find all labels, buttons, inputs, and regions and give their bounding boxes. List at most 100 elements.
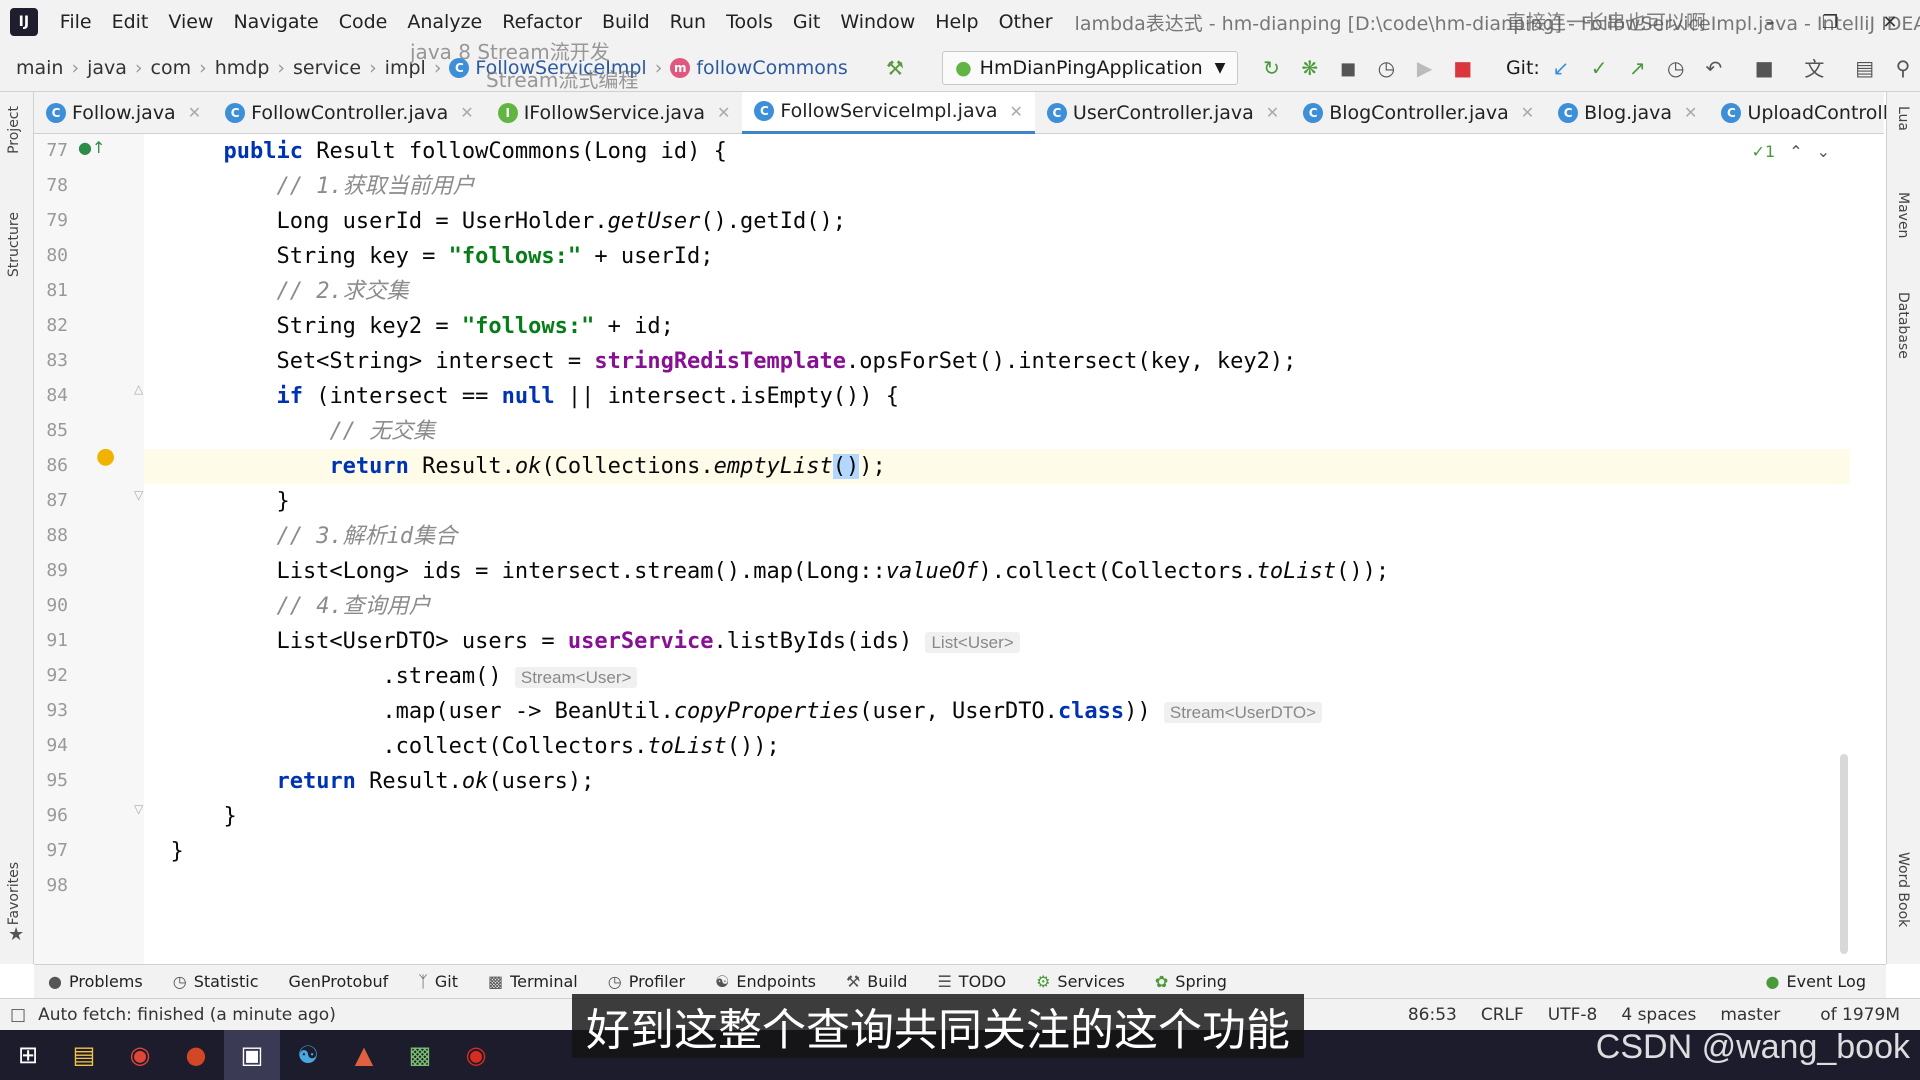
git-commit-icon[interactable]: ✓ xyxy=(1582,50,1616,86)
project-tool-window[interactable]: Project xyxy=(6,106,22,154)
restore-button[interactable]: ❐ xyxy=(1800,0,1860,44)
git-push-icon[interactable]: ↗ xyxy=(1620,50,1654,86)
breadcrumb-main[interactable]: main xyxy=(16,57,63,79)
tab-ifollow-service[interactable]: I IFollowService.java ✕ xyxy=(486,92,743,134)
indent-setting[interactable]: 4 spaces xyxy=(1621,1005,1696,1025)
translate-icon[interactable]: 文 xyxy=(1797,50,1831,86)
spring-tool-button[interactable]: ✿ Spring xyxy=(1155,972,1227,991)
git-update-icon[interactable]: ↙ xyxy=(1544,50,1578,86)
genprotobuf-tool-button[interactable]: GenProtobuf xyxy=(289,972,389,991)
menu-run[interactable]: Run xyxy=(660,11,716,33)
close-icon[interactable]: ✕ xyxy=(1010,102,1023,121)
run-icon[interactable]: ▶ xyxy=(1407,50,1441,86)
fold-marker-icon[interactable]: ▽ xyxy=(134,488,143,502)
windows-start-icon[interactable]: ⊞ xyxy=(0,1030,56,1080)
caret-position[interactable]: 86:53 xyxy=(1408,1005,1457,1025)
structure-tool-window[interactable]: Structure xyxy=(6,212,22,277)
tab-follow-service-impl[interactable]: C FollowServiceImpl.java ✕ xyxy=(742,91,1035,134)
menu-analyze[interactable]: Analyze xyxy=(397,11,492,33)
close-icon[interactable]: ✕ xyxy=(460,103,473,122)
close-icon[interactable]: ✕ xyxy=(1266,103,1279,122)
menu-refactor[interactable]: Refactor xyxy=(492,11,592,33)
close-icon[interactable]: ✕ xyxy=(188,103,201,122)
close-icon[interactable]: ✕ xyxy=(717,103,730,122)
file-encoding[interactable]: UTF-8 xyxy=(1548,1005,1598,1025)
hammer-build-icon[interactable]: ⚒ xyxy=(878,50,912,86)
menu-file[interactable]: File xyxy=(50,11,102,33)
overridden-method-icon[interactable]: ●↑ xyxy=(78,138,105,157)
line-separator[interactable]: CRLF xyxy=(1481,1005,1524,1025)
file-explorer-icon[interactable]: ▤ xyxy=(56,1030,112,1080)
inspection-widget[interactable]: ✓1 ⌃ ⌄ xyxy=(1752,142,1830,161)
lua-tool-window[interactable]: Lua xyxy=(1895,106,1911,131)
minimize-button[interactable]: – xyxy=(1740,0,1800,44)
database-tool-window[interactable]: Database xyxy=(1895,292,1911,359)
menu-tools[interactable]: Tools xyxy=(716,11,783,33)
terminal-app-icon[interactable]: ▩ xyxy=(392,1030,448,1080)
services-tool-button[interactable]: ⚙ Services xyxy=(1036,972,1125,991)
breadcrumb-hmdp[interactable]: hmdp xyxy=(215,57,270,79)
tab-blog-controller[interactable]: C BlogController.java ✕ xyxy=(1291,92,1546,134)
git-branch[interactable]: master xyxy=(1720,1005,1780,1025)
close-icon[interactable]: ✕ xyxy=(1521,103,1534,122)
menu-other[interactable]: Other xyxy=(989,11,1063,33)
maven-tool-window[interactable]: Maven xyxy=(1895,192,1911,238)
build-tool-button[interactable]: ⚒ Build xyxy=(846,972,908,991)
chevron-down-icon[interactable]: ⌄ xyxy=(1817,142,1830,161)
status-layout-icon[interactable]: □ xyxy=(10,1005,26,1025)
profile-icon[interactable]: ◷ xyxy=(1369,50,1403,86)
history-icon[interactable]: ◷ xyxy=(1659,50,1693,86)
git-tool-button[interactable]: ᛉ Git xyxy=(418,972,458,991)
favorites-tool-window[interactable]: Favorites xyxy=(6,862,22,925)
tab-follow-controller[interactable]: C FollowController.java ✕ xyxy=(213,92,486,134)
terminal-tool-button[interactable]: ▩ Terminal xyxy=(488,972,578,991)
rerun-icon[interactable]: ↻ xyxy=(1254,50,1288,86)
stop-icon[interactable]: ■ xyxy=(1446,50,1480,86)
layout-icon[interactable]: ▤ xyxy=(1848,50,1882,86)
chrome-icon[interactable]: ◉ xyxy=(112,1030,168,1080)
coverage-icon[interactable]: ◼ xyxy=(1331,50,1365,86)
breadcrumb-method[interactable]: followCommons xyxy=(696,57,848,79)
todo-tool-button[interactable]: ☰ TODO xyxy=(937,972,1006,991)
menu-window[interactable]: Window xyxy=(830,11,925,33)
browser-icon[interactable]: ☯ xyxy=(280,1030,336,1080)
endpoints-tool-button[interactable]: ☯ Endpoints xyxy=(715,972,816,991)
lightbulb-icon[interactable]: ● xyxy=(96,444,115,469)
close-icon[interactable]: ✕ xyxy=(1684,103,1697,122)
close-button[interactable]: ✕ xyxy=(1860,0,1920,44)
search-icon[interactable]: ⚲ xyxy=(1886,50,1920,86)
statistic-tool-button[interactable]: ◷ Statistic xyxy=(173,972,259,991)
breadcrumb-service[interactable]: service xyxy=(293,57,361,79)
tab-follow-java[interactable]: C Follow.java ✕ xyxy=(34,92,213,134)
problems-tool-button[interactable]: ● Problems xyxy=(48,972,143,991)
menu-build[interactable]: Build xyxy=(592,11,660,33)
menu-navigate[interactable]: Navigate xyxy=(223,11,328,33)
redis-icon[interactable]: ◉ xyxy=(448,1030,504,1080)
code-editor[interactable]: public Result followCommons(Long id) { /… xyxy=(144,134,1850,964)
profiler-tool-button[interactable]: ◷ Profiler xyxy=(608,972,685,991)
fold-marker-icon[interactable]: ▽ xyxy=(134,802,143,816)
tab-blog-java[interactable]: C Blog.java ✕ xyxy=(1546,92,1709,134)
editor-scrollbar[interactable] xyxy=(1840,754,1848,954)
tool-label: Problems xyxy=(68,972,143,991)
rollback-icon[interactable]: ↶ xyxy=(1697,50,1731,86)
app-icon[interactable]: ▲ xyxy=(336,1030,392,1080)
fold-marker-icon[interactable]: △ xyxy=(134,382,143,396)
breadcrumb-com[interactable]: com xyxy=(151,57,192,79)
run-configuration-select[interactable]: ● HmDianPingApplication ▼ xyxy=(942,50,1239,85)
debug-icon[interactable]: ❋ xyxy=(1293,50,1327,86)
chevron-up-icon[interactable]: ⌃ xyxy=(1789,142,1802,161)
menu-edit[interactable]: Edit xyxy=(102,11,159,33)
breadcrumb-java[interactable]: java xyxy=(87,57,127,79)
menu-git[interactable]: Git xyxy=(783,11,830,33)
project-structure-icon[interactable]: ■ xyxy=(1747,50,1781,86)
word-book-tool-window[interactable]: Word Book xyxy=(1895,852,1911,927)
memory-indicator[interactable]: of 1979M xyxy=(1820,1005,1900,1025)
event-log-tool-button[interactable]: ● Event Log xyxy=(1766,972,1866,991)
intellij-icon[interactable]: ▣ xyxy=(224,1030,280,1080)
menu-help[interactable]: Help xyxy=(925,11,988,33)
menu-view[interactable]: View xyxy=(158,11,223,33)
menu-code[interactable]: Code xyxy=(329,11,398,33)
tab-user-controller[interactable]: C UserController.java ✕ xyxy=(1035,92,1291,134)
powerpoint-icon[interactable]: ● xyxy=(168,1030,224,1080)
